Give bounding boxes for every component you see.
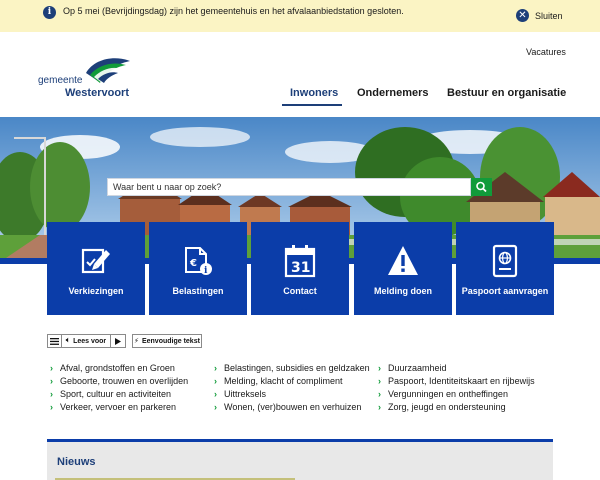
links-column-1: › Afval, grondstoffen en Groen › Geboorte,… [50,363,188,415]
chevron-right-icon: › [214,402,217,412]
tile-contact[interactable]: 31 Contact [251,222,349,315]
svg-text:31: 31 [291,260,310,276]
chevron-right-icon: › [214,363,217,373]
topic-link[interactable]: › Verkeer, vervoer en parkeren [50,402,188,415]
chevron-right-icon: › [378,389,381,399]
svg-text:i: i [204,266,208,276]
alert-bar: i Op 5 mei (Bevrijdingsdag) zijn het gem… [0,0,600,32]
search-input[interactable]: Waar bent u naar op zoek? [107,178,471,196]
vacatures-link[interactable]: Vacatures [526,47,566,57]
tile-label: Paspoort aanvragen [461,286,549,296]
tile-belastingen[interactable]: € i Belastingen [149,222,247,315]
chevron-right-icon: › [214,376,217,386]
logo-line-2: Westervoort [65,87,129,99]
easy-text-label: Eenvoudige tekst [141,337,200,345]
tile-paspoort-aanvragen[interactable]: Paspoort aanvragen [456,222,554,315]
close-icon[interactable]: ✕ [516,9,529,22]
chevron-right-icon: › [378,402,381,412]
passport-icon [492,244,518,278]
chevron-right-icon: › [378,376,381,386]
nav-active-indicator [282,104,342,106]
warning-icon [388,246,418,275]
topic-link[interactable]: › Duurzaamheid [378,363,535,376]
read-aloud-label: Lees voor [73,337,107,345]
play-icon [115,337,121,345]
chevron-right-icon: › [50,389,53,399]
topic-link[interactable]: › Afval, grondstoffen en Groen [50,363,188,376]
chevron-right-icon: › [50,363,53,373]
calendar-31-icon: 31 [284,245,316,278]
topic-link[interactable]: › Paspoort, Identiteitskaart en rijbewijs [378,376,535,389]
topic-link[interactable]: › Sport, cultuur en activiteiten [50,389,188,402]
topic-link[interactable]: › Uittreksels [214,389,370,402]
topic-link[interactable]: › Belastingen, subsidies en geldzaken [214,363,370,376]
tile-melding-doen[interactable]: Melding doen [354,222,452,315]
ballot-pen-icon [81,248,110,274]
chevron-right-icon: › [378,363,381,373]
logo[interactable]: gemeente Westervoort [38,55,138,103]
nav-inwoners[interactable]: Inwoners [290,87,338,99]
logo-line-1: gemeente [38,75,83,86]
menu-icon[interactable] [47,334,62,348]
links-column-3: › Duurzaamheid › Paspoort, Identiteitskaar… [378,363,535,415]
play-button[interactable] [111,334,126,348]
nav-bestuur[interactable]: Bestuur en organisatie [447,87,566,99]
topic-link[interactable]: › Vergunningen en ontheffingen [378,389,535,402]
tile-label: Verkiezingen [68,286,124,296]
chevron-right-icon: › [50,376,53,386]
chevron-right-icon: › [50,402,53,412]
chevron-right-icon: › [214,389,217,399]
tile-verkiezingen[interactable]: Verkiezingen [47,222,145,315]
topic-link[interactable]: › Zorg, jeugd en ondersteuning [378,402,535,415]
logo-mark-icon [86,58,130,83]
read-aloud-control: 🔈︎ Lees voor [47,334,126,348]
alert-message: Op 5 mei (Bevrijdingsdag) zijn het gemee… [63,6,404,16]
info-icon: i [43,6,56,19]
topic-link[interactable]: › Geboorte, trouwen en overlijden [50,376,188,389]
tile-label: Belastingen [172,286,224,296]
topic-link[interactable]: › Wonen, (ver)bouwen en verhuizen [214,402,370,415]
news-section: Nieuws [47,439,553,480]
search-placeholder: Waar bent u naar op zoek? [113,182,222,192]
tax-document-icon: € i [185,247,212,276]
close-alert-button[interactable]: Sluiten [535,11,563,21]
search-button[interactable] [471,178,492,196]
lightning-icon: ⚡︎ [134,338,139,345]
topic-link[interactable]: › Melding, klacht of compliment [214,376,370,389]
search-bar: Waar bent u naar op zoek? [107,178,492,196]
links-column-2: › Belastingen, subsidies en geldzaken › Me… [214,363,370,415]
nav-ondernemers[interactable]: Ondernemers [357,87,429,99]
tile-label: Melding doen [374,286,432,296]
tile-label: Contact [283,286,317,296]
easy-text-button[interactable]: ⚡︎ Eenvoudige tekst [132,334,202,348]
svg-text:€: € [189,258,197,269]
search-icon [476,181,487,193]
speaker-icon: 🔈︎ [65,337,71,344]
news-title: Nieuws [57,456,96,468]
read-aloud-button[interactable]: 🔈︎ Lees voor [62,334,111,348]
